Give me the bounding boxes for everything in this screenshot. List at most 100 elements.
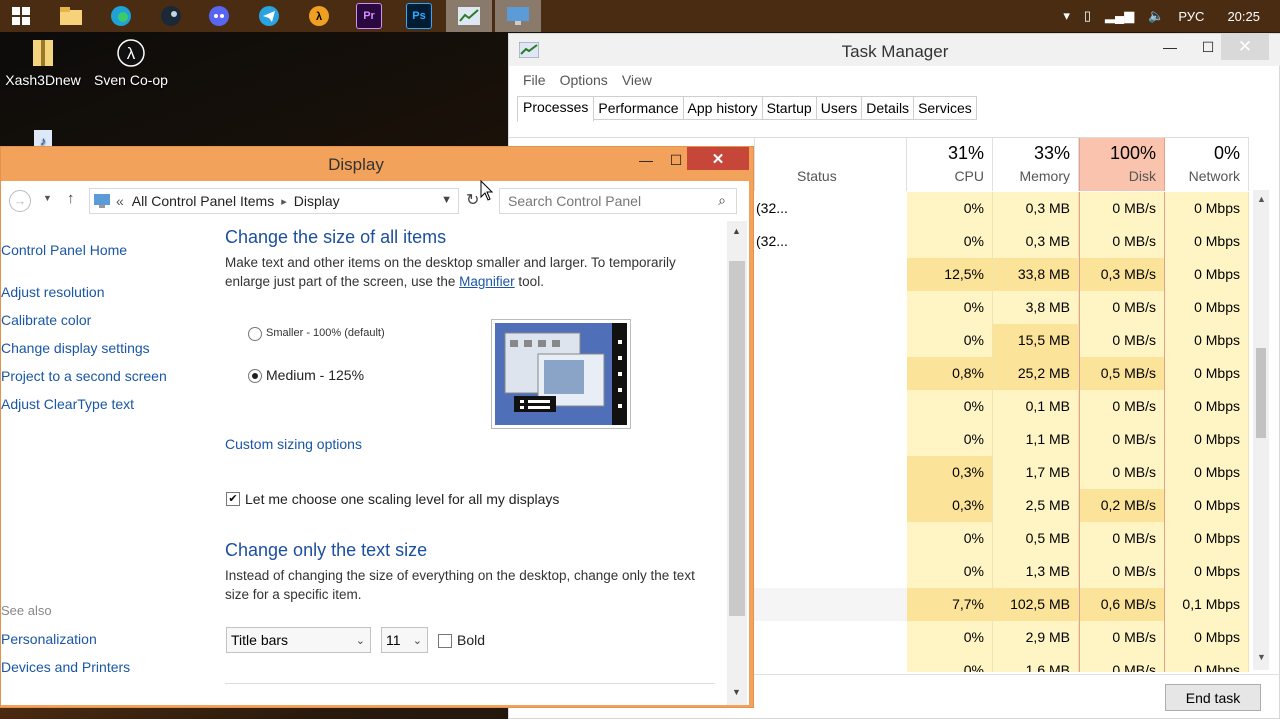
- up-button[interactable]: ↑: [67, 190, 75, 207]
- display-close-button[interactable]: ✕: [687, 147, 749, 170]
- address-bar[interactable]: « All Control Panel Items ▸ Display ▼: [89, 188, 459, 214]
- sidebar-adjust-resolution[interactable]: Adjust resolution: [1, 284, 105, 300]
- tab-details[interactable]: Details: [862, 96, 915, 120]
- process-name: [754, 357, 907, 390]
- clock[interactable]: 20:25: [1227, 9, 1260, 24]
- task-manager-titlebar[interactable]: Task Manager — ☐ ✕: [509, 34, 1280, 66]
- cell-net: 0 Mbps: [1165, 489, 1249, 522]
- address-dropdown-icon[interactable]: ▼: [441, 194, 452, 206]
- photoshop-icon[interactable]: Ps: [406, 3, 432, 29]
- signal-icon[interactable]: ▂▄▆: [1105, 8, 1134, 24]
- task-manager-menu: File Options View: [523, 72, 652, 88]
- breadcrumb-display[interactable]: Display: [294, 193, 340, 209]
- magnifier-link[interactable]: Magnifier: [459, 274, 515, 289]
- sidebar-devices-printers[interactable]: Devices and Printers: [1, 659, 130, 675]
- chevron-down-icon: ⌄: [412, 634, 422, 647]
- sidebar-control-panel-home[interactable]: Control Panel Home: [1, 242, 127, 258]
- display-scrollbar[interactable]: ▲ ▼: [727, 221, 747, 705]
- cell-disk: 0,3 MB/s: [1079, 258, 1165, 291]
- cell-disk: 0 MB/s: [1079, 324, 1165, 357]
- bold-checkbox[interactable]: [438, 634, 452, 648]
- tab-users[interactable]: Users: [816, 96, 863, 120]
- radio-smaller[interactable]: [248, 327, 262, 341]
- volume-icon[interactable]: 🔈: [1148, 8, 1164, 24]
- column-network[interactable]: 0% Network: [1165, 138, 1249, 191]
- minimize-button[interactable]: —: [1155, 34, 1185, 60]
- process-name: [754, 588, 907, 621]
- folder-zip-icon: [28, 38, 58, 68]
- control-panel-icon[interactable]: [505, 3, 531, 29]
- show-hidden-icons[interactable]: ▾: [1063, 8, 1070, 24]
- telegram-icon[interactable]: [256, 3, 282, 29]
- recent-locations-icon[interactable]: ▼: [43, 193, 52, 203]
- process-scrollbar[interactable]: ▲ ▼: [1253, 190, 1269, 670]
- task-manager-tabs: Processes Performance App history Startu…: [517, 96, 977, 122]
- process-name: (32...: [756, 200, 788, 216]
- column-memory[interactable]: 33% Memory: [993, 138, 1079, 191]
- menu-options[interactable]: Options: [560, 72, 608, 88]
- display-titlebar[interactable]: Display — ☐ ✕: [1, 147, 753, 181]
- tab-services[interactable]: Services: [914, 96, 977, 120]
- discord-icon[interactable]: [206, 3, 232, 29]
- scrollbar-thumb[interactable]: [1256, 348, 1266, 438]
- tab-performance[interactable]: Performance: [594, 96, 684, 120]
- size-select[interactable]: 11 ⌄: [381, 627, 428, 653]
- sidebar-change-display-settings[interactable]: Change display settings: [1, 340, 150, 356]
- text-desc-line2: size for a specific item.: [225, 587, 362, 602]
- steam-icon[interactable]: [158, 3, 184, 29]
- cell-net: 0 Mbps: [1165, 654, 1249, 672]
- radio-smaller-label[interactable]: Smaller - 100% (default): [266, 327, 385, 339]
- cell-disk: 0 MB/s: [1079, 192, 1165, 225]
- sidebar-calibrate-color[interactable]: Calibrate color: [1, 312, 91, 328]
- column-disk[interactable]: 100% Disk: [1079, 138, 1165, 191]
- network-label: Network: [1188, 168, 1240, 184]
- search-icon[interactable]: ⌕: [718, 192, 726, 209]
- refresh-icon[interactable]: ↻: [466, 190, 479, 210]
- display-minimize-button[interactable]: —: [631, 147, 661, 173]
- edge-icon[interactable]: [108, 3, 134, 29]
- item-select[interactable]: Title bars ⌄: [226, 627, 371, 653]
- process-name: [754, 324, 907, 357]
- display-scrollbar-thumb[interactable]: [729, 261, 745, 616]
- language-indicator[interactable]: РУС: [1178, 9, 1204, 24]
- cell-cpu: 0,3%: [907, 489, 993, 522]
- cell-disk: 0 MB/s: [1079, 654, 1165, 672]
- start-button[interactable]: [8, 3, 34, 29]
- scaling-checkbox[interactable]: ✔: [226, 492, 240, 506]
- search-input[interactable]: Search Control Panel ⌕: [499, 188, 737, 214]
- maximize-button[interactable]: ☐: [1193, 34, 1223, 60]
- back-button[interactable]: →: [9, 190, 31, 212]
- cell-mem: 1,1 MB: [993, 423, 1079, 456]
- cell-mem: 102,5 MB: [993, 588, 1079, 621]
- disk-label: Disk: [1128, 168, 1156, 184]
- cell-mem: 33,8 MB: [993, 258, 1079, 291]
- menu-file[interactable]: File: [523, 72, 546, 88]
- desktop-icon-sven-coop[interactable]: λ Sven Co-op: [90, 38, 172, 88]
- breadcrumb-arrow[interactable]: ▸: [281, 195, 287, 208]
- scaling-checkbox-label[interactable]: Let me choose one scaling level for all …: [245, 491, 559, 507]
- close-button[interactable]: ✕: [1221, 34, 1269, 60]
- menu-view[interactable]: View: [622, 72, 652, 88]
- end-task-button[interactable]: End task: [1165, 684, 1261, 711]
- half-life-icon[interactable]: λ: [306, 3, 332, 29]
- sidebar-adjust-cleartype[interactable]: Adjust ClearType text: [1, 396, 134, 412]
- sidebar-personalization[interactable]: Personalization: [1, 631, 97, 647]
- cell-cpu: 0%: [907, 225, 993, 258]
- file-explorer-icon[interactable]: [58, 3, 84, 29]
- breadcrumb-all-items[interactable]: All Control Panel Items: [132, 193, 274, 209]
- tab-app-history[interactable]: App history: [683, 96, 763, 120]
- column-status[interactable]: Status: [754, 138, 907, 191]
- radio-medium-label[interactable]: Medium - 125%: [266, 367, 364, 383]
- sidebar-project-second-screen[interactable]: Project to a second screen: [1, 368, 167, 384]
- radio-medium[interactable]: [248, 369, 262, 383]
- column-cpu[interactable]: 31% CPU: [907, 138, 993, 191]
- tab-processes[interactable]: Processes: [517, 96, 595, 122]
- custom-sizing-link[interactable]: Custom sizing options: [225, 436, 362, 452]
- tab-startup[interactable]: Startup: [762, 96, 817, 120]
- bold-checkbox-label[interactable]: Bold: [457, 632, 485, 648]
- battery-icon[interactable]: ▯: [1084, 8, 1091, 24]
- task-manager-icon[interactable]: [456, 3, 482, 29]
- cell-disk: 0 MB/s: [1079, 555, 1165, 588]
- premiere-icon[interactable]: Pr: [356, 3, 382, 29]
- desktop-icon-xash3d[interactable]: Xash3Dnew: [2, 38, 84, 88]
